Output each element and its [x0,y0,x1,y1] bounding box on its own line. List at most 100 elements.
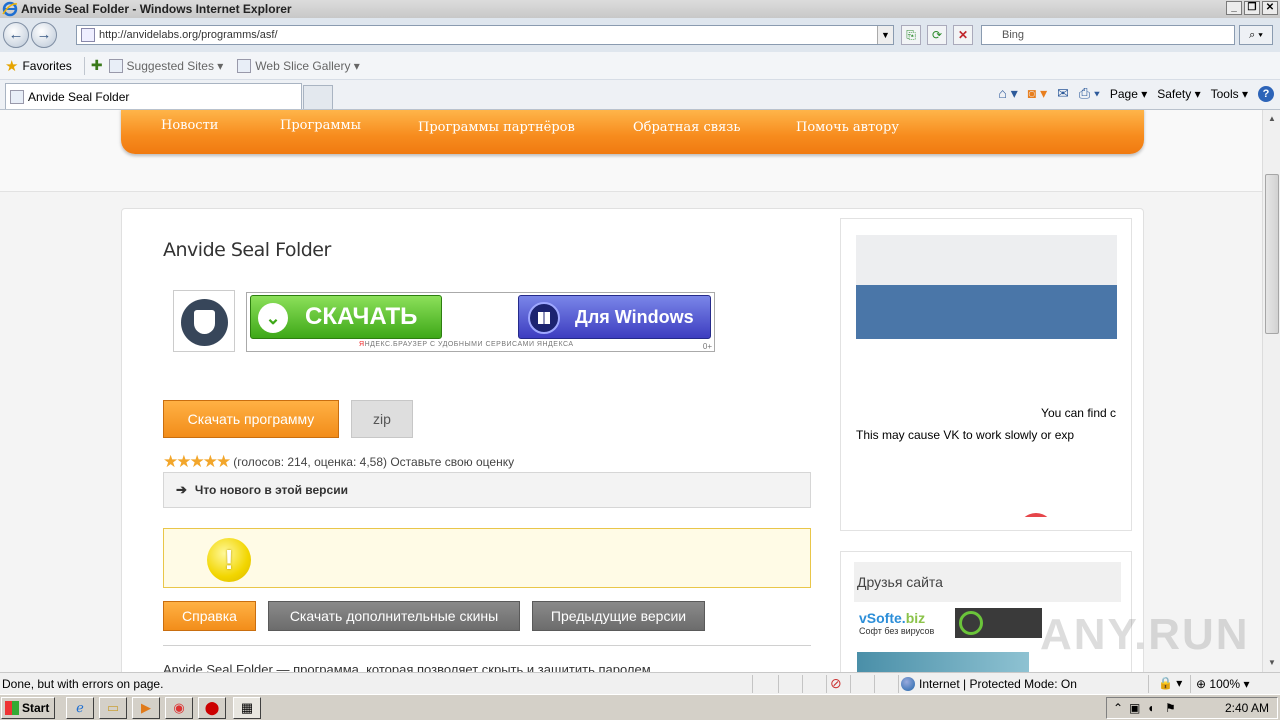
vsofte-logo-b: biz [905,610,926,626]
tray-up-icon[interactable]: ⌃ [1113,701,1123,715]
zip-button[interactable]: zip [351,400,413,438]
opera-icon[interactable]: ⬤ [198,697,226,719]
favorites-star-icon: ★ [5,57,19,75]
windows-logo-icon [528,302,560,334]
address-bar[interactable]: http://anvidelabs.org/programms/asf/ ▼ [76,25,894,45]
divider [874,675,875,693]
zoom-level[interactable]: ⊕ 100% ▾ [1196,677,1249,691]
search-button[interactable]: ⌕ ▾ [1239,25,1273,45]
suggested-sites-icon [108,58,123,73]
new-tab-button[interactable] [303,85,333,109]
divider [83,56,85,75]
divider [1148,675,1149,693]
extra-skins-button[interactable]: Скачать дополнительные скины [268,601,520,631]
address-url[interactable]: http://anvidelabs.org/programms/asf/ [99,29,278,41]
lock-icon[interactable]: 🔒 ▾ [1158,676,1182,690]
divider [826,675,827,693]
active-window-icon[interactable]: ▦ [233,697,261,719]
friends-title: Друзья сайта [854,562,1121,602]
refresh-icon[interactable]: ⟳ [927,25,947,45]
banner-caption: ЯНДЕКС.БРАУЗЕР С УДОБНЫМИ СЕРВИСАМИ ЯНДЕ… [359,341,574,348]
volume-icon[interactable]: ◖ [1147,701,1154,715]
banner-windows-button[interactable]: Для Windows [518,295,711,339]
divider [1190,675,1191,693]
back-button[interactable]: ← [3,22,29,48]
status-text: Done, but with errors on page. [2,677,164,691]
safety-menu[interactable]: Safety ▾ [1157,87,1200,101]
site-navigation: Новости Программы Программы партнёров Об… [121,110,1144,154]
nav-news[interactable]: Новости [161,118,218,133]
ie-logo-icon [2,1,18,17]
partner-link-teal[interactable] [857,652,1029,672]
media-player-icon[interactable]: ▶ [132,697,160,719]
tab-anvide-seal-folder[interactable]: Anvide Seal Folder [5,83,302,109]
banner-download-button[interactable]: ⌄ СКАЧАТЬ [250,295,442,339]
download-program-button[interactable]: Скачать программу [163,400,339,438]
suggested-sites-link[interactable]: Suggested Sites ▾ [108,58,224,73]
scroll-thumb[interactable] [1265,174,1279,334]
web-slice-gallery-label: Web Slice Gallery ▾ [255,58,360,73]
partner-logo-icon [959,611,983,635]
page-title: Anvide Seal Folder [163,239,331,261]
clock[interactable]: 2:40 AM [1225,701,1269,715]
favorites-button[interactable]: Favorites [22,59,71,73]
popup-blocked-icon[interactable]: ⊘ [830,675,842,692]
vertical-scrollbar[interactable]: ▲ ▼ [1262,110,1280,672]
rating-row: ★★★★★ (голосов: 214, оценка: 4,58) Остав… [163,452,514,472]
system-tray: ⌃ ▣ ◖ ⚑ 2:40 AM [1106,697,1278,719]
tools-menu[interactable]: Tools ▾ [1211,87,1248,101]
globe-icon [901,677,915,691]
status-bar: Done, but with errors on page. ⊘ Interne… [0,672,1280,694]
zoom-icon: ⊕ [1196,677,1207,691]
web-slice-icon [237,58,252,73]
start-button[interactable]: Start [1,697,55,719]
security-zone[interactable]: Internet | Protected Mode: On [901,677,1077,691]
address-dropdown-icon[interactable]: ▼ [877,26,893,44]
rating-stars[interactable]: ★★★★★ [163,452,231,472]
help-icon[interactable]: ? [1258,85,1274,102]
vsofte-subtitle: Софт без вирусов [859,626,935,636]
nav-programs[interactable]: Программы [280,118,361,133]
ie-taskbar-icon[interactable]: ℯ [66,697,94,719]
previous-versions-button[interactable]: Предыдущие версии [532,601,705,631]
help-button[interactable]: Справка [163,601,256,631]
web-slice-gallery-link[interactable]: Web Slice Gallery ▾ [237,58,360,73]
title-bar: Anvide Seal Folder - Windows Internet Ex… [0,0,1280,18]
scroll-up-icon[interactable]: ▲ [1265,112,1279,126]
page-menu[interactable]: Page ▾ [1110,87,1147,101]
partner-link-green[interactable] [955,608,1042,638]
whats-new-label: Что нового в этой версии [194,483,348,497]
window-title: Anvide Seal Folder - Windows Internet Ex… [21,2,292,16]
search-input[interactable]: Bing [981,25,1235,45]
nav-help-author[interactable]: Помочь автору [796,120,899,135]
address-toolbar: ← → http://anvidelabs.org/programms/asf/… [0,18,1280,52]
command-bar: ⌂ ▾ ◙ ▾ ✉ ⎙ ▾ Page ▾ Safety ▾ Tools ▾ ? [998,85,1274,102]
flag-icon[interactable]: ⚑ [1165,701,1176,715]
banner-age-rating: 0+ [702,342,712,351]
add-favorite-icon[interactable]: ✚ [91,57,103,74]
forward-button[interactable]: → [31,22,57,48]
nav-partner-programs[interactable]: Программы партнёров [418,120,575,135]
divider [163,645,811,646]
rating-text[interactable]: (голосов: 214, оценка: 4,58) Оставьте св… [233,455,514,469]
stop-icon[interactable]: ✕ [953,25,973,45]
home-icon[interactable]: ⌂ ▾ [998,85,1017,102]
vk-header [856,235,1117,285]
network-icon[interactable]: ▣ [1129,701,1140,715]
minimize-button[interactable]: _ [1226,1,1242,15]
restore-button[interactable]: ❐ [1244,1,1260,15]
explorer-folder-icon[interactable]: ▭ [99,697,127,719]
close-window-button[interactable]: ✕ [1262,1,1278,15]
nav-feedback[interactable]: Обратная связь [633,120,740,135]
print-icon[interactable]: ⎙ ▾ [1079,85,1100,102]
mail-icon[interactable]: ✉ [1057,85,1069,102]
compatibility-view-icon[interactable]: ⎘ [901,25,921,45]
chrome-icon[interactable]: ◉ [165,697,193,719]
vsofte-link[interactable]: vSofte.biz Софт без вирусов [859,610,949,640]
yandex-banner[interactable]: ⌄ СКАЧАТЬ Для Windows ЯНДЕКС.БРАУЗЕР С УД… [246,292,715,352]
scroll-down-icon[interactable]: ▼ [1265,656,1279,670]
banner-caption-text: НДЕКС.БРАУЗЕР С УДОБНЫМИ СЕРВИСАМИ ЯНДЕК… [364,341,574,348]
suggested-sites-label: Suggested Sites ▾ [126,58,224,73]
whats-new-toggle[interactable]: ➔ Что нового в этой версии [163,472,811,508]
feeds-icon[interactable]: ◙ ▾ [1028,85,1047,102]
